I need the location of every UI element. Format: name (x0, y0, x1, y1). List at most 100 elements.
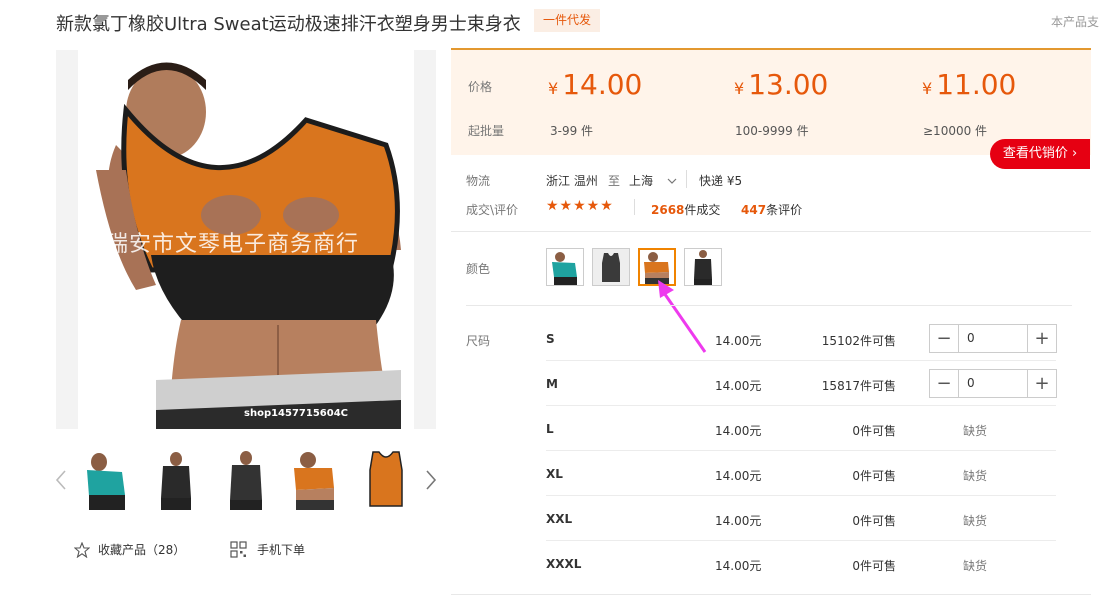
size-price: 14.00元 (715, 332, 761, 349)
size-stock: 0件可售 (790, 512, 896, 529)
thumbnail-image (216, 450, 276, 510)
price-tier-2-range: 100-9999 件 (735, 124, 809, 138)
size-stock: 15102件可售 (790, 332, 896, 349)
size-name: S (546, 332, 555, 346)
thumbnail-2[interactable] (146, 450, 206, 510)
quantity-input[interactable]: 0 (958, 370, 1028, 397)
size-name: XXL (546, 512, 573, 526)
row-divider (546, 405, 1056, 406)
favorite-label: 收藏产品（28） (98, 543, 186, 557)
qr-code-icon (230, 541, 247, 558)
size-stock: 0件可售 (790, 557, 896, 574)
size-price: 14.00元 (715, 467, 761, 484)
view-distribution-price-button[interactable]: 查看代销价 › (990, 139, 1090, 169)
size-stock-count: 0 (852, 469, 860, 483)
price-tier-value: 13.00 (748, 68, 829, 101)
color-label: 颜色 (466, 262, 491, 276)
size-price-value: 14.00 (715, 469, 750, 483)
size-price: 14.00元 (715, 422, 761, 439)
pointer-arrow-annotation (658, 280, 707, 353)
size-price-value: 14.00 (715, 379, 750, 393)
size-price: 14.00元 (715, 377, 761, 394)
swatch-image (593, 249, 629, 285)
out-of-stock-label: 缺货 (963, 559, 988, 573)
row-divider (546, 540, 1056, 541)
chevron-left-icon (55, 470, 66, 490)
thumbnail-4[interactable] (286, 450, 346, 510)
size-name: XL (546, 467, 563, 481)
main-product-image[interactable]: 瑞安市文琴电子商务商行 shop1457715604C (56, 50, 436, 429)
quantity-stepper-s[interactable]: − 0 + (929, 324, 1057, 353)
price-label: 价格 (468, 80, 493, 94)
size-stock-count: 15102 (821, 334, 860, 348)
size-price-value: 14.00 (715, 559, 750, 573)
thumbnail-5[interactable] (356, 450, 416, 510)
deals-label: 成交\评价 (466, 203, 519, 217)
favorite-button[interactable]: 收藏产品（28） (74, 541, 185, 558)
sold-count-link[interactable]: 2668件成交 (651, 201, 720, 218)
logistics-label: 物流 (466, 174, 491, 188)
minus-button[interactable]: − (930, 370, 958, 397)
swatch-image (547, 249, 583, 285)
quantity-stepper-m[interactable]: − 0 + (929, 369, 1057, 398)
rating-stars: ★★★★★ (546, 198, 614, 214)
size-stock-suffix: 件可售 (859, 559, 896, 573)
quantity-input[interactable]: 0 (958, 325, 1028, 352)
ship-to-city: 上海 (629, 174, 654, 188)
thumbnail-next-button[interactable] (422, 465, 438, 495)
size-name: M (546, 377, 558, 391)
price-tier-1-range: 3-99 件 (550, 124, 594, 138)
row-divider (546, 450, 1056, 451)
price-tier-3-range: ≥10000 件 (923, 124, 988, 138)
thumbnail-image (77, 450, 137, 510)
review-suffix: 条评价 (766, 203, 803, 217)
color-swatch-black[interactable] (592, 248, 630, 286)
size-stock: 15817件可售 (790, 377, 896, 394)
price-tier-3: ¥11.00 (922, 68, 1016, 101)
currency-symbol: ¥ (922, 79, 933, 98)
thumbnail-image (356, 450, 416, 510)
price-tier-2: ¥13.00 (734, 68, 828, 101)
size-stock-suffix: 件可售 (859, 334, 896, 348)
size-stock-suffix: 件可售 (859, 514, 896, 528)
size-price-unit: 元 (749, 424, 762, 438)
size-price-unit: 元 (749, 469, 762, 483)
divider (451, 231, 1091, 232)
dropship-tag[interactable]: 一件代发 (534, 9, 601, 32)
out-of-stock-label: 缺货 (963, 424, 988, 438)
mobile-order-label: 手机下单 (257, 543, 306, 557)
size-label: 尺码 (466, 334, 491, 348)
plus-button[interactable]: + (1028, 325, 1056, 352)
size-price-value: 14.00 (715, 334, 750, 348)
size-price-value: 14.00 (715, 514, 750, 528)
product-title: 新款氯丁橡胶Ultra Sweat运动极速排汗衣塑身男士束身衣 (56, 14, 521, 35)
currency-symbol: ¥ (734, 79, 745, 98)
size-stock-count: 0 (852, 424, 860, 438)
color-swatch-teal[interactable] (546, 248, 584, 286)
size-price-value: 14.00 (715, 424, 750, 438)
review-count-link[interactable]: 447条评价 (741, 201, 802, 218)
divider (634, 199, 635, 215)
currency-symbol: ¥ (548, 79, 559, 98)
star-outline-icon (74, 541, 90, 558)
size-name: L (546, 422, 554, 436)
thumbnail-prev-button[interactable] (54, 465, 70, 495)
ship-to-word: 至 (608, 174, 621, 188)
review-count: 447 (741, 203, 767, 217)
sold-count: 2668 (651, 203, 685, 217)
plus-button[interactable]: + (1028, 370, 1056, 397)
ship-to-selector[interactable]: 上海 (629, 172, 677, 189)
ship-from: 浙江 温州 (546, 174, 598, 188)
size-stock-suffix: 件可售 (859, 469, 896, 483)
size-price-unit: 元 (749, 334, 762, 348)
row-divider (546, 495, 1056, 496)
thumbnail-1[interactable] (77, 450, 137, 510)
size-stock: 0件可售 (790, 467, 896, 484)
minus-button[interactable]: − (930, 325, 958, 352)
size-price-unit: 元 (749, 514, 762, 528)
header-note: 本产品支 (1051, 15, 1100, 29)
thumbnail-3[interactable] (216, 450, 276, 510)
mobile-order-button[interactable]: 手机下单 (230, 541, 305, 558)
size-price-unit: 元 (749, 559, 762, 573)
size-price-unit: 元 (749, 379, 762, 393)
